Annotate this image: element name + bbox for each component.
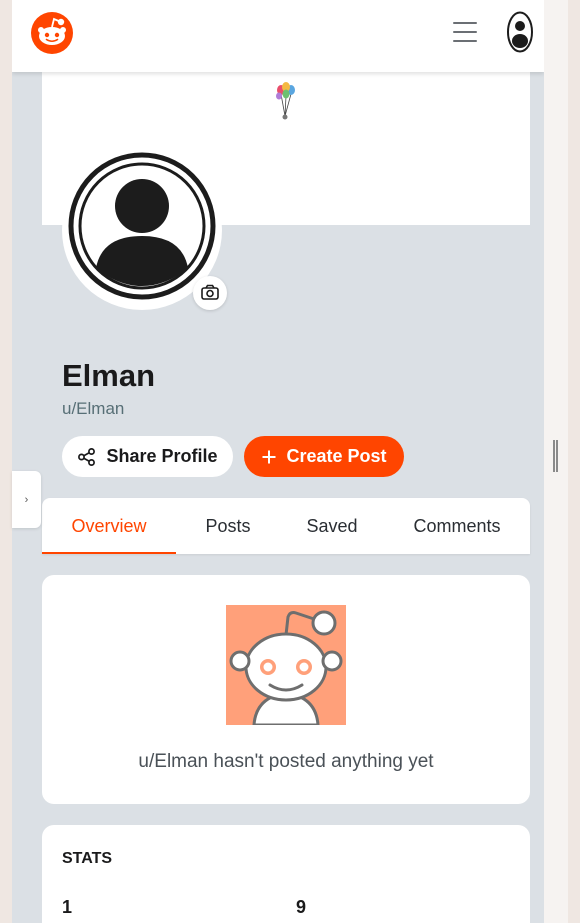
share-profile-button[interactable]: Share Profile [62,436,233,477]
top-header [12,0,544,72]
create-post-button[interactable]: Create Post [244,436,404,477]
tab-overview[interactable]: Overview [42,498,176,554]
stats-title: STATS [62,850,113,867]
profile-tabs: Overview Posts Saved Comments [42,498,530,554]
user-avatar-icon[interactable] [507,11,533,53]
share-profile-label: Share Profile [106,446,218,466]
profile-display-name: Elman [62,358,156,393]
change-avatar-button[interactable] [193,276,227,310]
sidebar-toggle-button[interactable]: › [12,471,41,528]
reddit-logo-icon[interactable] [30,11,74,55]
tab-posts[interactable]: Posts [176,498,280,554]
tab-saved[interactable]: Saved [280,498,384,554]
stats-card: STATS 1 9 [42,825,530,923]
empty-state-message: u/Elman hasn't posted anything yet [138,751,434,772]
share-icon [78,447,96,466]
stat-value: 1 [62,897,73,917]
stat-value: 9 [296,897,307,917]
app-frame: Elman u/Elman Share Profile Create Post … [12,0,544,923]
camera-icon [201,284,219,300]
tab-comments[interactable]: Comments [384,498,530,554]
plus-icon [262,450,276,463]
balloons-icon [276,82,295,120]
snoo-illustration-icon [226,605,346,725]
profile-username: u/Elman [62,399,125,418]
hamburger-menu-icon[interactable] [453,22,477,42]
create-post-label: Create Post [286,446,387,466]
scrollbar-grip[interactable] [553,440,558,472]
empty-posts-card: u/Elman hasn't posted anything yet [42,575,530,804]
